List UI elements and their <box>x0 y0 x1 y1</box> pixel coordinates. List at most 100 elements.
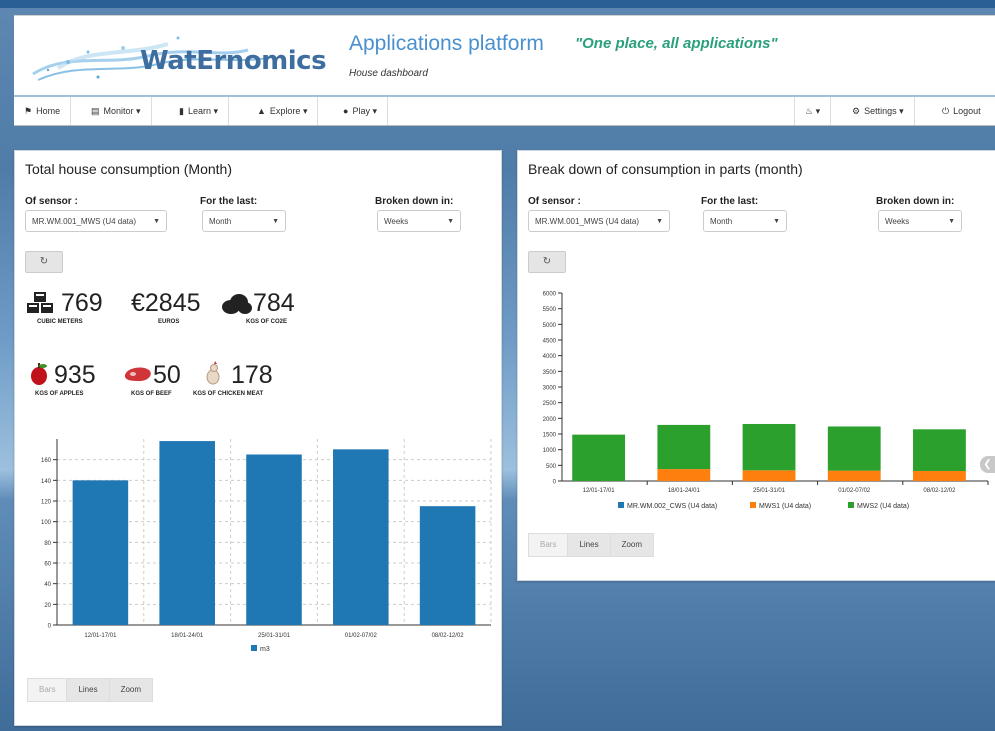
cubes-icon <box>27 292 53 313</box>
chevron-left-icon[interactable]: ❮ <box>980 456 995 473</box>
y-tick-label: 5000 <box>543 323 557 329</box>
bars-button[interactable]: Bars <box>528 533 569 557</box>
period-label: For the last: <box>701 196 759 207</box>
y-tick-label: 160 <box>41 458 52 464</box>
stat-euros: €2845 EUROS <box>131 289 231 329</box>
stacked-bar-segment <box>913 470 966 481</box>
book-icon: ▮ <box>179 106 184 116</box>
bar <box>72 480 129 625</box>
y-tick-label: 2500 <box>543 401 557 407</box>
caret-down-icon: ▼ <box>447 218 454 225</box>
sensor-select-value: MR.WM.001_MWS (U4 data) <box>535 217 640 226</box>
stat-value: 935 <box>54 361 96 389</box>
x-tick-label: 01/02-07/02 <box>345 633 378 639</box>
period-select[interactable]: Month ▼ <box>202 210 286 232</box>
nav-monitor-label: Monitor <box>103 106 134 116</box>
gear-icon: ⚙ <box>852 106 861 116</box>
stat-label: KGS OF BEEF <box>131 391 172 397</box>
legend-swatch <box>618 502 624 508</box>
panel-title: Total house consumption (Month) <box>25 161 232 177</box>
breakdown-stacked-chart: 0 500 1000 1500 2000 2500 3000 3500 4000 4500 5000… <box>543 292 989 510</box>
caret-down-icon: ▼ <box>153 218 160 225</box>
sensor-select[interactable]: MR.WM.001_MWS (U4 data) ▼ <box>25 210 167 232</box>
chevron-down-icon: ▾ <box>302 106 308 116</box>
waternomics-logo[interactable]: WatErnomics <box>28 22 327 90</box>
chevron-down-icon: ▾ <box>372 106 377 116</box>
top-strip <box>0 0 995 8</box>
y-tick-label: 6000 <box>543 292 557 298</box>
y-tick-label: 60 <box>44 562 51 568</box>
x-tick-label: 25/01-31/01 <box>258 633 291 639</box>
lines-button[interactable]: Lines <box>567 533 611 557</box>
caret-down-icon: ▼ <box>272 218 279 225</box>
stacked-bar-segment <box>572 434 626 481</box>
legend-swatch <box>251 645 257 651</box>
nav-explore-label: Explore <box>269 106 301 116</box>
x-tick-label: 08/02-12/02 <box>923 488 956 494</box>
sensor-label: Of sensor : <box>528 196 581 207</box>
zoom-button[interactable]: Zoom <box>108 678 154 702</box>
lines-button[interactable]: Lines <box>66 678 110 702</box>
refresh-icon: ↻ <box>39 256 49 267</box>
legend-label: MR.WM.002_CWS (U4 data) <box>627 503 717 510</box>
bar-chart-icon: ▤ <box>91 106 100 116</box>
bar <box>246 454 302 625</box>
y-tick-label: 140 <box>41 479 52 485</box>
stacked-bar-segment <box>657 469 711 481</box>
stat-label: KGS OF CO2E <box>246 319 288 325</box>
legend-label: m3 <box>260 646 270 653</box>
panel-title: Break down of consumption in parts (mont… <box>528 161 803 177</box>
stat-value: 178 <box>231 361 273 389</box>
page-subtitle: House dashboard <box>349 68 428 79</box>
breakdown-select-value: Weeks <box>885 217 910 226</box>
chicken-icon <box>206 361 220 385</box>
app-header: WatErnomics Applications platform "One p… <box>14 15 995 96</box>
chart-mode-buttons: Bars Lines Zoom <box>528 533 655 557</box>
stat-label: KGS OF CHICKEN MEAT <box>193 391 264 397</box>
stat-label: EUROS <box>158 319 180 325</box>
stat-chicken: 178 KGS OF CHICKEN MEAT <box>193 361 313 401</box>
app-slogan: "One place, all applications" <box>575 35 778 52</box>
zoom-button[interactable]: Zoom <box>609 533 655 557</box>
nav-home[interactable]: ⚑ Home <box>14 97 72 125</box>
nav-play[interactable]: ● Play ▾ <box>333 97 388 125</box>
y-tick-label: 4500 <box>543 339 557 345</box>
nav-learn-label: Learn <box>187 106 211 116</box>
breakdown-select[interactable]: Weeks ▼ <box>878 210 962 232</box>
logo-text: WatErnomics <box>140 46 327 76</box>
stacked-bar-segment <box>913 429 966 471</box>
stat-cubic-meters: 769 CUBIC METERS <box>25 289 125 329</box>
stacked-bar-segment <box>742 470 796 481</box>
breakdown-select[interactable]: Weeks ▼ <box>377 210 461 232</box>
notifications-button[interactable]: ♨ ▾ <box>794 97 832 125</box>
bars-button[interactable]: Bars <box>27 678 68 702</box>
sensor-select[interactable]: MR.WM.001_MWS (U4 data) ▼ <box>528 210 670 232</box>
x-tick-label: 18/01-24/01 <box>668 488 701 494</box>
home-icon: ⚑ <box>24 106 33 116</box>
breakdown-label: Broken down in: <box>375 196 454 207</box>
nav-settings-label: Settings <box>864 106 897 116</box>
sensor-select-value: MR.WM.001_MWS (U4 data) <box>32 217 137 226</box>
nav-settings[interactable]: ⚙ Settings ▾ <box>842 97 915 125</box>
stacked-bar-segment <box>827 426 881 471</box>
y-tick-label: 120 <box>41 500 52 506</box>
period-select[interactable]: Month ▼ <box>703 210 787 232</box>
x-tick-label: 12/01-17/01 <box>84 633 117 639</box>
breakdown-panel: Break down of consumption in parts (mont… <box>517 150 995 581</box>
apple-icon <box>31 363 47 385</box>
stat-label: CUBIC METERS <box>37 319 83 325</box>
stat-apples: 935 KGS OF APPLES <box>29 361 129 401</box>
nav-explore[interactable]: ▲ Explore ▾ <box>247 97 319 125</box>
app-title: Applications platform <box>349 32 544 55</box>
y-tick-label: 40 <box>44 582 51 588</box>
x-tick-label: 18/01-24/01 <box>171 633 204 639</box>
nav-monitor[interactable]: ▤ Monitor ▾ <box>81 97 152 125</box>
nav-learn[interactable]: ▮ Learn ▾ <box>169 97 230 125</box>
sensor-label: Of sensor : <box>25 196 78 207</box>
nav-logout[interactable]: ⏻ Logout <box>932 97 991 125</box>
period-select-value: Month <box>710 217 733 226</box>
refresh-button[interactable]: ↻ <box>528 251 566 273</box>
legend-label: MWS2 (U4 data) <box>857 503 909 510</box>
legend-swatch <box>848 502 854 508</box>
refresh-button[interactable]: ↻ <box>25 251 63 273</box>
